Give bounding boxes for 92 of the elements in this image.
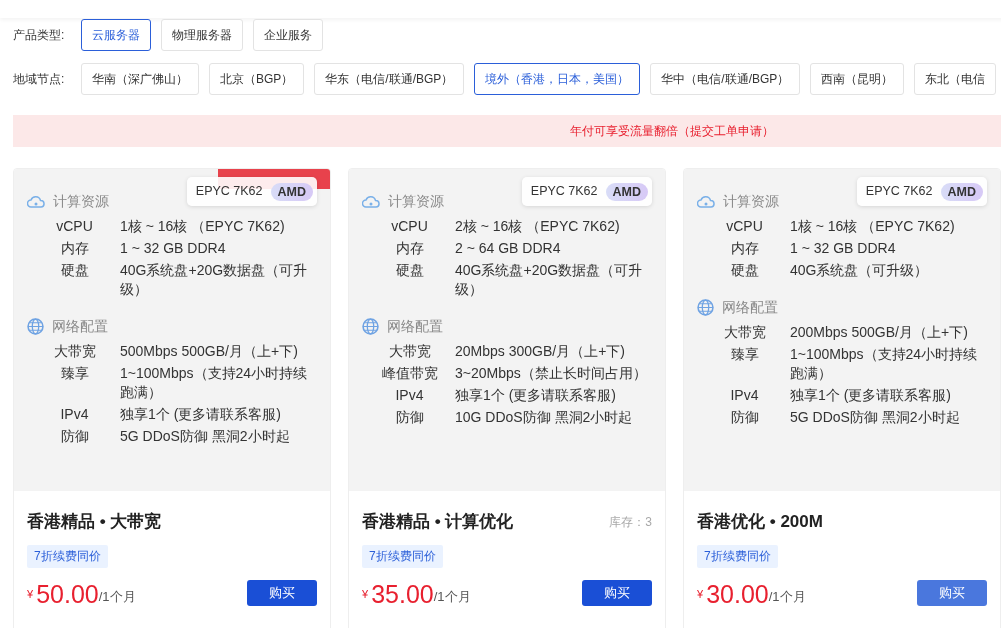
- stock-count: 库存：3: [609, 513, 652, 531]
- section-title: 计算资源: [53, 192, 109, 211]
- spec-label: 峰值带宽: [380, 364, 439, 383]
- spec-label: 大带宽: [52, 342, 97, 361]
- brand-pill: AMD: [605, 182, 648, 201]
- filter-option[interactable]: 东北（电信: [914, 63, 997, 95]
- price-period: /1个月: [433, 589, 471, 606]
- filter-option[interactable]: 西南（昆明）: [810, 63, 905, 95]
- discount-tag: 7折续费同价: [697, 544, 778, 568]
- filter-option[interactable]: 物理服务器: [161, 19, 243, 51]
- spec-value: 2 ~ 64 GB DDR4: [455, 239, 562, 258]
- product-name: 香港精品 • 计算优化: [362, 511, 514, 533]
- price: 30.00: [706, 579, 769, 608]
- spec-value: 1 ~ 32 GB DDR4: [120, 239, 227, 258]
- filter-option[interactable]: 华南（深广佛山）: [81, 63, 199, 95]
- globe-icon: [27, 318, 44, 335]
- spec-label: vCPU: [55, 217, 94, 236]
- spec-label: 防御: [59, 427, 90, 446]
- spec-label: 硬盘: [394, 261, 425, 280]
- spec-label: 大带宽: [722, 323, 767, 342]
- product-name: 香港优化 • 200M: [697, 511, 823, 533]
- discount-tag: 7折续费同价: [27, 544, 108, 568]
- currency-sign: ¥: [362, 587, 369, 602]
- buy-button[interactable]: 购买: [247, 579, 317, 606]
- section-title: 网络配置: [387, 317, 443, 336]
- section-title: 计算资源: [388, 192, 444, 211]
- spec-label: 大带宽: [387, 342, 432, 361]
- spec-value: 1核 ~ 16核 （EPYC 7K62): [790, 217, 956, 236]
- spec-value: 20Mbps 300GB/月（上+下): [455, 342, 626, 361]
- spec-value: 独享1个 (更多请联系客服): [790, 386, 952, 405]
- section-title: 计算资源: [723, 192, 779, 211]
- spec-label: 防御: [729, 408, 760, 427]
- filter-option[interactable]: 云服务器: [81, 19, 151, 51]
- spec-label: 硬盘: [59, 261, 90, 280]
- section-title: 网络配置: [722, 298, 778, 317]
- spec-value: 500Mbps 500GB/月（上+下): [120, 342, 299, 361]
- spec-label: 防御: [394, 408, 425, 427]
- cpu-model: EPYC 7K62: [865, 183, 933, 201]
- price-period: /1个月: [98, 589, 136, 606]
- cpu-model: EPYC 7K62: [195, 183, 263, 201]
- spec-label: IPv4: [59, 405, 90, 424]
- filter-option[interactable]: 华东（电信/联通/BGP）: [314, 63, 465, 95]
- spec-value: 1~100Mbps（支持24小时持续跑满）: [790, 345, 979, 383]
- discount-tag: 7折续费同价: [362, 544, 443, 568]
- brand-pill: AMD: [270, 182, 313, 201]
- brand-pill: AMD: [940, 182, 983, 201]
- spec-value: 200Mbps 500GB/月（上+下): [790, 323, 969, 342]
- filter-option[interactable]: 北京（BGP）: [209, 63, 305, 95]
- spec-value: 2核 ~ 16核 （EPYC 7K62): [455, 217, 621, 236]
- spec-value: 5G DDoS防御 黑洞2小时起: [790, 408, 961, 427]
- spec-label: 内存: [729, 239, 760, 258]
- buy-button[interactable]: 购买: [582, 579, 652, 606]
- spec-value: 3~20Mbps（禁止长时间占用）: [455, 364, 648, 383]
- filter-option[interactable]: 境外（香港，日本，美国）: [474, 63, 641, 95]
- spec-label: 硬盘: [729, 261, 760, 280]
- spec-label: vCPU: [725, 217, 764, 236]
- spec-label: vCPU: [390, 217, 429, 236]
- currency-sign: ¥: [697, 587, 704, 602]
- globe-icon: [697, 299, 714, 316]
- currency-sign: ¥: [27, 587, 34, 602]
- spec-label: IPv4: [394, 386, 425, 405]
- product-name: 香港精品 • 大带宽: [27, 511, 162, 533]
- globe-icon: [362, 318, 379, 335]
- filter-option[interactable]: 企业服务: [253, 19, 323, 51]
- notice-banner: 年付可享受流量翻倍（提交工单申请）: [13, 115, 1001, 147]
- spec-value: 独享1个 (更多请联系客服): [455, 386, 617, 405]
- cpu-model: EPYC 7K62: [530, 183, 598, 201]
- filter-option[interactable]: 华中（电信/联通/BGP）: [650, 63, 801, 95]
- spec-label: 臻享: [729, 345, 760, 364]
- cloud-icon: [697, 195, 715, 208]
- section-title: 网络配置: [52, 317, 108, 336]
- spec-label: 臻享: [59, 364, 90, 383]
- spec-value: 5G DDoS防御 黑洞2小时起: [120, 427, 291, 446]
- spec-value: 独享1个 (更多请联系客服): [120, 405, 282, 424]
- spec-value: 40G系统盘（可升级）: [790, 261, 930, 280]
- buy-button[interactable]: 购买: [917, 579, 987, 606]
- spec-label: 内存: [59, 239, 90, 258]
- price: 50.00: [36, 579, 99, 608]
- filter-label: 地域节点:: [13, 71, 66, 88]
- spec-value: 1 ~ 32 GB DDR4: [790, 239, 897, 258]
- cloud-icon: [27, 195, 45, 208]
- price-period: /1个月: [768, 589, 806, 606]
- spec-value: 40G系统盘+20G数据盘（可升级）: [120, 261, 309, 299]
- filter-label: 产品类型:: [13, 27, 66, 44]
- spec-value: 1核 ~ 16核 （EPYC 7K62): [120, 217, 286, 236]
- spec-value: 10G DDoS防御 黑洞2小时起: [455, 408, 634, 427]
- spec-label: IPv4: [729, 386, 760, 405]
- spec-label: 内存: [394, 239, 425, 258]
- spec-value: 1~100Mbps（支持24小时持续跑满）: [120, 364, 309, 402]
- price: 35.00: [371, 579, 434, 608]
- cloud-icon: [362, 195, 380, 208]
- spec-value: 40G系统盘+20G数据盘（可升级）: [455, 261, 644, 299]
